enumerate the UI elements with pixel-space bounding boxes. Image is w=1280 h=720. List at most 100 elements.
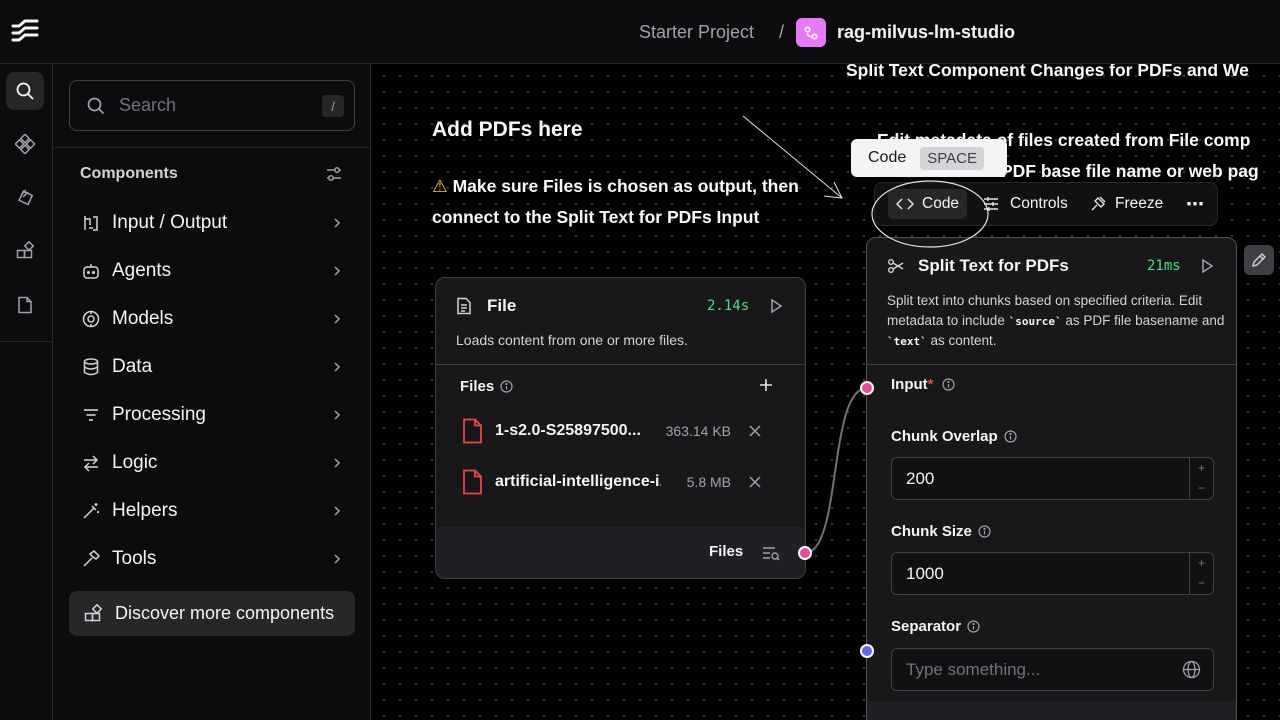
file-name: 1-s2.0-S25897500...	[495, 422, 641, 439]
discover-more-button[interactable]: Discover more components	[69, 591, 355, 636]
info-icon[interactable]	[967, 620, 980, 633]
chunk-overlap-value: 200	[906, 469, 935, 488]
chunk-overlap-field-label: Chunk Overlap	[891, 428, 1017, 445]
breadcrumb-project[interactable]: Starter Project	[639, 0, 754, 64]
description-part: as content.	[926, 333, 997, 348]
files-field-label: Files	[460, 378, 513, 395]
code-text: `text`	[887, 335, 927, 348]
search-placeholder: Search	[119, 95, 177, 115]
file-size: 5.8 MB	[686, 474, 731, 490]
chevron-right-icon	[334, 314, 341, 324]
remove-file-icon[interactable]	[749, 476, 761, 488]
decrement-icon[interactable]: −	[1190, 478, 1213, 498]
info-icon[interactable]	[500, 380, 513, 393]
input-handle[interactable]	[860, 381, 874, 395]
note-title: Add PDFs here	[432, 118, 583, 141]
flow-canvas[interactable]: Add PDFs here ⚠ Make sure Files is chose…	[372, 64, 1280, 720]
info-icon[interactable]	[1004, 430, 1017, 443]
note-body: ⚠ Make sure Files is chosen as output, t…	[432, 171, 802, 233]
breadcrumb-flow-name[interactable]: rag-milvus-lm-studio	[837, 0, 1015, 64]
search-input[interactable]: Search /	[69, 80, 355, 131]
category-tools[interactable]: Tools	[80, 539, 344, 579]
tooltip-shortcut: SPACE	[920, 146, 984, 170]
rail-divider	[0, 341, 53, 342]
remove-file-icon[interactable]	[749, 425, 761, 437]
top-header: Starter Project / rag-milvus-lm-studio	[0, 0, 1280, 64]
components-icon[interactable]	[6, 125, 44, 163]
flow-icon	[796, 18, 826, 47]
separator-handle[interactable]	[860, 644, 874, 658]
langflow-logo-icon[interactable]	[10, 18, 40, 46]
output-handle[interactable]	[798, 546, 812, 560]
note-body-text: Make sure Files is chosen as output, the…	[432, 176, 799, 227]
number-stepper[interactable]: + −	[1189, 553, 1213, 594]
chunk-overlap-input[interactable]: 200 + −	[891, 457, 1214, 500]
runtime-badge: 21ms	[1147, 258, 1181, 274]
bundles-icon[interactable]	[6, 177, 44, 215]
components-sidebar: Search / Components Input / Output Agent…	[53, 64, 371, 720]
category-helpers[interactable]: Helpers	[80, 491, 344, 531]
play-icon[interactable]	[769, 298, 783, 314]
decrement-icon[interactable]: −	[1190, 573, 1213, 593]
filter-settings-icon[interactable]	[324, 164, 344, 189]
node-title: Split Text for PDFs	[918, 256, 1069, 275]
search-icon[interactable]	[6, 72, 44, 110]
chevron-right-icon	[334, 458, 341, 468]
play-icon[interactable]	[1200, 258, 1214, 274]
category-data[interactable]: Data	[80, 347, 344, 387]
increment-icon[interactable]: +	[1190, 553, 1213, 573]
category-label: Helpers	[112, 500, 178, 521]
category-label: Processing	[112, 404, 206, 425]
chunk-size-input[interactable]: 1000 + −	[891, 552, 1214, 595]
code-tooltip: Code SPACE	[851, 139, 1007, 177]
category-agents[interactable]: Agents	[80, 251, 344, 291]
freeze-icon	[1091, 196, 1106, 211]
filter-icon	[80, 404, 102, 426]
inspect-output-icon[interactable]	[762, 545, 780, 561]
bot-icon	[80, 260, 102, 282]
split-text-node[interactable]: Split Text for PDFs 21ms Split text into…	[866, 237, 1237, 720]
separator-placeholder: Type something...	[906, 660, 1041, 679]
category-label: Tools	[112, 548, 157, 569]
warning-icon: ⚠	[432, 176, 448, 196]
separator-input[interactable]: Type something...	[891, 648, 1214, 691]
file-icon[interactable]	[6, 286, 44, 324]
chunk-size-field-label: Chunk Size	[891, 523, 991, 540]
info-icon[interactable]	[978, 525, 991, 538]
category-label: Models	[112, 308, 174, 329]
info-icon[interactable]	[941, 378, 955, 391]
discover-more-label: Discover more components	[115, 603, 335, 623]
node-footer	[867, 701, 1236, 720]
files-label: Files	[460, 378, 495, 395]
file-item[interactable]: artificial-intelligence-i... 5.8 MB	[461, 467, 781, 497]
chevron-right-icon	[334, 266, 341, 276]
arrows-icon	[80, 452, 102, 474]
number-stepper[interactable]: + −	[1189, 458, 1213, 499]
controls-label: Controls	[1010, 195, 1068, 212]
chevron-right-icon	[334, 362, 341, 372]
edit-note-button[interactable]	[1244, 245, 1274, 275]
increment-icon[interactable]: +	[1190, 458, 1213, 478]
input-output-icon	[80, 212, 102, 234]
add-file-icon[interactable]	[759, 378, 773, 392]
apps-icon[interactable]	[6, 232, 44, 270]
chunk-overlap-label: Chunk Overlap	[891, 428, 998, 445]
category-processing[interactable]: Processing	[80, 395, 344, 435]
more-options-icon[interactable]: ⋯	[1178, 189, 1212, 219]
category-logic[interactable]: Logic	[80, 443, 344, 483]
globe-icon[interactable]	[1182, 660, 1201, 679]
category-label: Agents	[112, 260, 172, 281]
file-node[interactable]: File 2.14s Loads content from one or mor…	[435, 277, 806, 579]
sidebar-title: Components	[80, 165, 178, 182]
chevron-right-icon	[334, 410, 341, 420]
search-icon	[87, 97, 105, 115]
category-input-output[interactable]: Input / Output	[80, 203, 344, 243]
node-title: File	[487, 296, 517, 315]
freeze-button[interactable]: Freeze	[1081, 189, 1171, 219]
chunk-size-label: Chunk Size	[891, 523, 972, 540]
category-models[interactable]: Models	[80, 299, 344, 339]
chevron-right-icon	[334, 554, 341, 564]
description-part: Split text into chunks based on specifie…	[887, 293, 1176, 308]
file-item[interactable]: 1-s2.0-S25897500... 363.14 KB	[461, 416, 781, 446]
input-label: Input	[891, 376, 928, 393]
